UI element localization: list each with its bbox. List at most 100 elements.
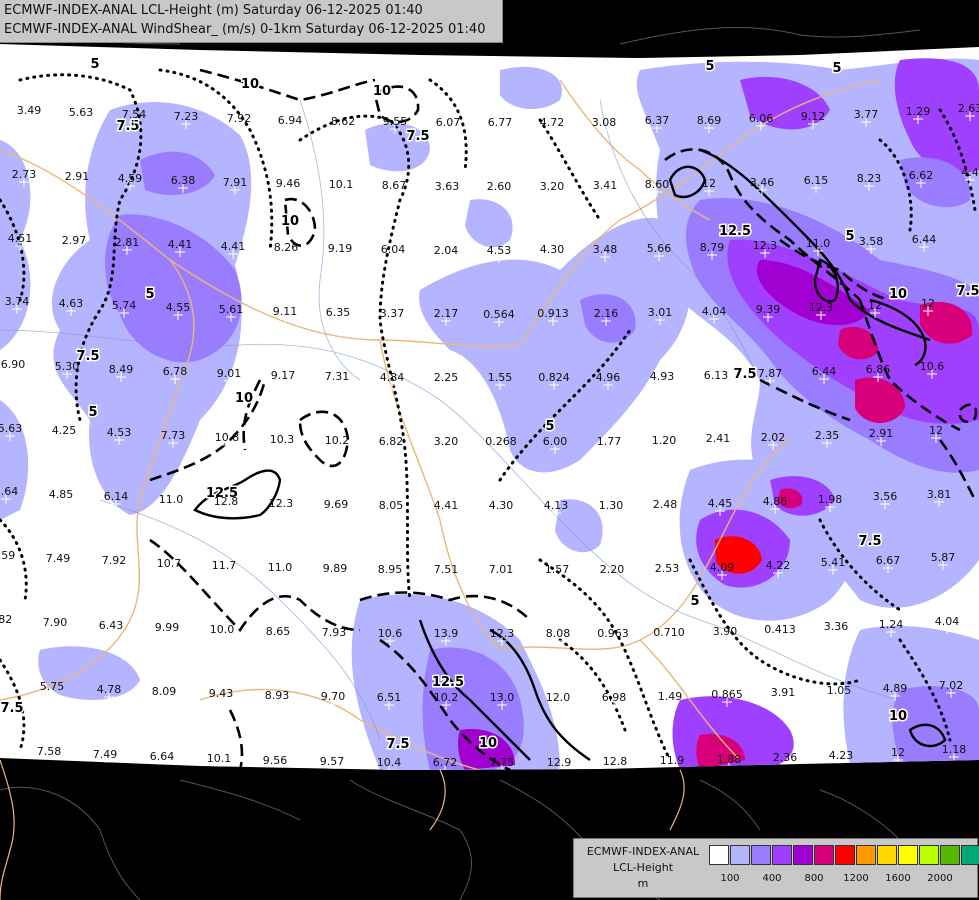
grid-value-label: 4.45 — [708, 497, 733, 510]
grid-value-label: 7.87 — [758, 367, 783, 380]
grid-value-label: 5.87 — [931, 551, 956, 564]
grid-value-label: 3.48 — [593, 243, 618, 256]
legend-swatch — [793, 845, 813, 865]
grid-value-label: 2.17 — [434, 307, 459, 320]
grid-value-label: 12.8 — [214, 495, 239, 508]
grid-value-label: 9.89 — [323, 562, 348, 575]
grid-value-label: 10.6 — [378, 627, 403, 640]
grid-value-label: 7.90 — [43, 616, 68, 629]
grid-value-label: 7.58 — [37, 745, 62, 758]
grid-value-label: 2.36 — [773, 751, 798, 764]
map-canvas: 5 10 10 7.5 7.5 10 5 7.5 10 5 12.5 12.5 5 10 7.5 5 7.5 5 1… — [0, 0, 979, 900]
contour-label: 5 — [545, 419, 554, 434]
grid-value-label: 12.3 — [753, 239, 778, 252]
grid-value-label: 0.564 — [483, 308, 515, 321]
grid-value-label: 6.37 — [645, 114, 670, 127]
grid-value-label: 3.91 — [771, 686, 796, 699]
legend-swatch — [709, 845, 729, 865]
grid-value-label: 3.20 — [434, 435, 459, 448]
legend-swatch — [730, 845, 750, 865]
grid-value-label: 2.91 — [869, 427, 894, 440]
grid-value-label: 5.63 — [0, 422, 22, 435]
grid-value-label: 7.01 — [489, 563, 514, 576]
grid-value-label: 6.82 — [379, 435, 404, 448]
grid-value-label: 4.53 — [487, 244, 512, 257]
grid-value-label: 3.37 — [380, 307, 405, 320]
grid-value-label: 4.30 — [489, 499, 514, 512]
grid-value-label: 7.51 — [434, 563, 459, 576]
grid-value-label: 5.74 — [112, 299, 137, 312]
grid-value-label: 4.96 — [596, 371, 621, 384]
grid-value-label: 6.07 — [436, 116, 461, 129]
grid-value-label: 4.93 — [650, 370, 675, 383]
grid-value-label: 12 — [921, 297, 935, 310]
grid-value-label: 11.7 — [212, 559, 237, 572]
grid-value-label: 4.41 — [434, 499, 459, 512]
grid-value-label: 3.36 — [824, 620, 849, 633]
grid-value-label: 2.02 — [761, 431, 786, 444]
contour-label: 10 — [235, 391, 253, 406]
grid-value-label: 12.0 — [546, 691, 571, 704]
grid-value-label: 4.4 — [961, 166, 979, 179]
contour-label: 7.5 — [956, 284, 979, 299]
grid-value-label: 4.04 — [702, 305, 727, 318]
grid-value-label: 12 — [891, 746, 905, 759]
grid-value-label: 3.58 — [859, 235, 884, 248]
contour-label: 7.5 — [116, 119, 139, 134]
grid-value-label: 7.92 — [227, 112, 252, 125]
contour-label: 5 — [845, 229, 854, 244]
grid-value-label: 10.1 — [207, 752, 232, 765]
grid-value-label: 2.25 — [434, 371, 459, 384]
legend-swatch — [835, 845, 855, 865]
grid-value-label: 7.54 — [122, 108, 147, 121]
grid-value-label: 9.70 — [321, 690, 346, 703]
weather-map-viewer: 5 10 10 7.5 7.5 10 5 7.5 10 5 12.5 12.5 5 10 7.5 5 7.5 5 1… — [0, 0, 979, 900]
legend-swatch — [940, 845, 960, 865]
grid-value-label: 0.865 — [711, 688, 743, 701]
legend-tick: 400 — [762, 873, 782, 884]
grid-value-label: 8.62 — [331, 115, 356, 128]
grid-value-label: 12.9 — [547, 756, 572, 769]
grid-value-label: 1.29 — [906, 105, 931, 118]
grid-value-label: 8.08 — [546, 627, 571, 640]
grid-value-label: 3.90 — [713, 625, 738, 638]
grid-value-label: 1.55 — [488, 371, 513, 384]
grid-value-label: 11.0 — [268, 561, 293, 574]
grid-value-label: 7.92 — [102, 554, 127, 567]
legend-tick-labels: 100 400 800 1200 1600 2000 — [709, 873, 971, 887]
grid-value-label: 6.94 — [278, 114, 303, 127]
grid-value-label: 6.13 — [704, 369, 729, 382]
legend-tick: 100 — [720, 873, 740, 884]
grid-value-label: 12 — [702, 177, 716, 190]
grid-value-label: 2.97 — [62, 234, 87, 247]
grid-value-label: 9.99 — [155, 621, 180, 634]
grid-value-label: 5.30 — [55, 360, 80, 373]
grid-value-label: 4.63 — [59, 297, 84, 310]
grid-value-label: 6.86 — [866, 363, 891, 376]
grid-value-label: 1.88 — [717, 753, 742, 766]
grid-value-label: 8.26 — [274, 241, 299, 254]
grid-value-label: 9.46 — [276, 177, 301, 190]
grid-value-label: 8.93 — [265, 689, 290, 702]
contour-label: 10 — [241, 77, 259, 92]
legend-swatches — [709, 845, 979, 865]
contour-label: 7.5 — [733, 367, 756, 382]
grid-value-label: 4.89 — [883, 682, 908, 695]
grid-value-label: 6.90 — [1, 358, 26, 371]
legend-swatch — [751, 845, 771, 865]
contour-label: 5 — [145, 287, 154, 302]
legend-model: ECMWF-INDEX-ANAL — [586, 845, 700, 858]
grid-value-label: 7.31 — [325, 370, 350, 383]
grid-value-label: 9.55 — [383, 115, 408, 128]
grid-value-label: 10.2 — [325, 434, 350, 447]
contour-label: 10 — [373, 84, 391, 99]
grid-value-label: 13.0 — [490, 691, 515, 704]
grid-value-label: 6.44 — [812, 365, 837, 378]
legend-tick: 1200 — [843, 873, 869, 884]
grid-value-label: 5.41 — [821, 556, 846, 569]
grid-value-label: 4.55 — [166, 301, 191, 314]
legend-swatch — [898, 845, 918, 865]
grid-value-label: 9.43 — [209, 687, 234, 700]
contour-label: 10 — [479, 736, 497, 751]
grid-value-label: 7.91 — [223, 176, 248, 189]
